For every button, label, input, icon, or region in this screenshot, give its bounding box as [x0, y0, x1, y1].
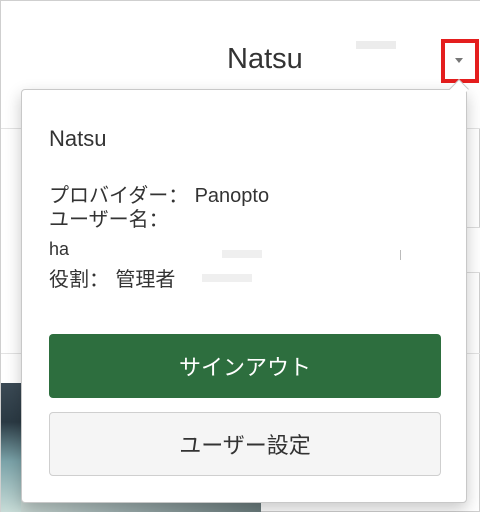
redacted-text [356, 41, 396, 49]
redacted-text [202, 274, 252, 282]
role-row: 役割： 管理者 [49, 268, 175, 290]
redacted-text [222, 250, 262, 258]
username-label: ユーザー名： [49, 207, 169, 231]
chevron-down-icon [455, 58, 463, 63]
role-label: 役割： [49, 267, 109, 291]
signout-button[interactable]: サインアウト [49, 334, 441, 398]
provider-value: Panopto [194, 185, 270, 207]
provider-row: プロバイダー： Panopto [49, 184, 269, 207]
user-menu-toggle[interactable] [441, 39, 479, 83]
provider-label: プロバイダー： [49, 183, 189, 207]
username-value-row: ha [49, 238, 69, 261]
redacted-text [400, 250, 401, 260]
role-value: 管理者 [115, 267, 176, 291]
user-settings-button[interactable]: ユーザー設定 [49, 412, 441, 476]
username-value: ha [49, 239, 70, 259]
background-thumbnail [1, 383, 21, 512]
header-user-name: Natsu [227, 43, 303, 75]
user-menu-popup: Natsu プロバイダー： Panopto ユーザー名： ha 役割： 管理者 … [21, 79, 469, 503]
popup-user-name: Natsu [49, 126, 107, 151]
username-row: ユーザー名： [49, 208, 169, 230]
window-frame: Natsu ザ ° Natsu プロバイダー： Panopto ユーザー名： h… [0, 0, 480, 512]
